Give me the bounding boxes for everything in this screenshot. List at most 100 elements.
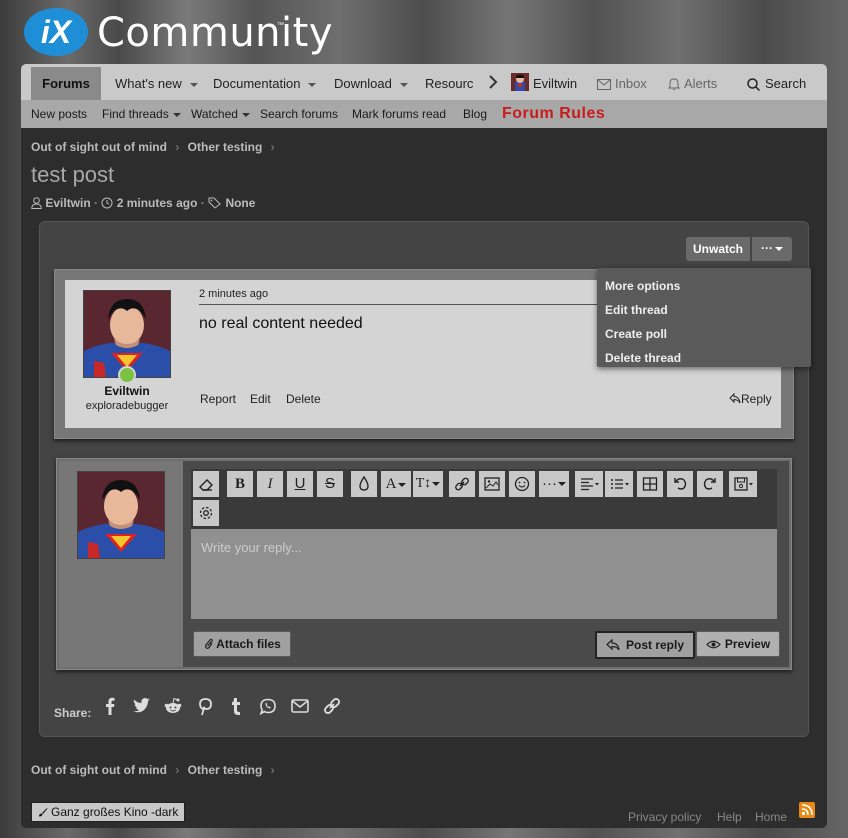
breadcrumb-item[interactable]: Other testing <box>188 140 263 154</box>
nav-alerts-label: Alerts <box>684 76 718 91</box>
logo-badge[interactable]: iX <box>24 8 88 56</box>
quick-reply: B I U S A T↕ ··· Write your reply... Att… <box>56 458 792 670</box>
nav-resources[interactable]: Resourc <box>425 64 481 100</box>
image-icon[interactable] <box>479 471 505 497</box>
thread-author[interactable]: Eviltwin <box>45 196 90 210</box>
breadcrumb-item[interactable]: Other testing <box>188 763 263 777</box>
online-status-icon <box>118 366 136 384</box>
rss-icon[interactable] <box>799 802 815 818</box>
nav-alerts[interactable]: Alerts <box>668 64 717 100</box>
post-content: no real content needed <box>199 315 363 332</box>
subnav-mark-read[interactable]: Mark forums read <box>352 100 446 128</box>
edit-link[interactable]: Edit <box>250 392 271 406</box>
delete-link[interactable]: Delete <box>286 392 321 406</box>
menu-create-poll[interactable]: Create poll <box>605 327 667 341</box>
footer-privacy-link[interactable]: Privacy policy <box>628 810 701 824</box>
chevron-down-icon[interactable] <box>172 112 181 117</box>
preview-button[interactable]: Preview <box>696 631 780 657</box>
nav-documentation[interactable]: Documentation <box>213 64 317 100</box>
chevron-right-icon: › <box>175 140 180 154</box>
attach-files-button[interactable]: Attach files <box>193 631 291 657</box>
whatsapp-icon[interactable] <box>257 695 279 717</box>
user-avatar[interactable] <box>77 471 165 559</box>
thread-meta: Eviltwin · 2 minutes ago · None <box>31 196 255 210</box>
twitter-icon[interactable] <box>130 695 152 717</box>
nav-download[interactable]: Download <box>334 64 408 100</box>
font-family-icon[interactable]: A <box>381 471 411 497</box>
chevron-down-icon <box>398 482 407 487</box>
style-chooser-label: Ganz großes Kino -dark <box>51 805 179 819</box>
paperclip-icon <box>203 637 213 650</box>
chevron-down-icon[interactable] <box>308 82 317 87</box>
subnav-label: Find threads <box>102 107 169 121</box>
footer-help-link[interactable]: Help <box>717 810 742 824</box>
post-user-cell: Eviltwin exploradebugger <box>65 280 189 428</box>
link-icon[interactable] <box>321 695 343 717</box>
tumblr-icon[interactable] <box>225 695 247 717</box>
email-icon[interactable] <box>289 695 311 717</box>
thread-time[interactable]: 2 minutes ago <box>117 196 198 210</box>
bold-icon[interactable]: B <box>227 471 253 497</box>
unwatch-button[interactable]: Unwatch <box>686 237 750 261</box>
italic-icon[interactable]: I <box>257 471 283 497</box>
search-icon <box>747 78 760 92</box>
breadcrumb-item[interactable]: Out of sight out of mind <box>31 140 167 154</box>
link-icon[interactable] <box>449 471 475 497</box>
smiley-icon[interactable] <box>509 471 535 497</box>
nav-scroll-right-icon[interactable] <box>487 74 499 90</box>
subnav-forum-rules[interactable]: Forum Rules <box>502 100 605 128</box>
chevron-down-icon[interactable] <box>189 82 198 87</box>
chevron-down-icon <box>558 482 566 487</box>
nav-inbox-label: Inbox <box>615 76 647 91</box>
subnav-blog[interactable]: Blog <box>463 100 487 128</box>
nav-whats-new[interactable]: What's new <box>115 64 198 100</box>
post-reply-button[interactable]: Post reply <box>595 631 695 659</box>
user-avatar[interactable] <box>83 290 171 378</box>
chevron-down-icon[interactable] <box>399 82 408 87</box>
breadcrumb-item[interactable]: Out of sight out of mind <box>31 763 167 777</box>
underline-icon[interactable]: U <box>287 471 313 497</box>
more-insert-icon[interactable]: ··· <box>539 471 569 497</box>
menu-edit-thread[interactable]: Edit thread <box>605 303 668 317</box>
nav-forums[interactable]: Forums <box>31 67 101 100</box>
reply-label: Reply <box>741 392 772 406</box>
eye-icon <box>705 639 721 650</box>
text-color-icon[interactable] <box>351 471 377 497</box>
list-icon[interactable] <box>605 471 633 497</box>
nav-search-label: Search <box>765 76 807 91</box>
strikethrough-icon[interactable]: S <box>317 471 343 497</box>
nav-user[interactable]: Eviltwin <box>533 64 577 100</box>
post-username[interactable]: Eviltwin <box>65 384 189 398</box>
nav-inbox[interactable]: Inbox <box>597 64 647 100</box>
footer-home-link[interactable]: Home <box>755 810 787 824</box>
subnav-new-posts[interactable]: New posts <box>31 100 87 128</box>
more-options-button[interactable]: ··· <box>752 237 792 261</box>
redo-icon[interactable] <box>697 471 723 497</box>
subnav-find-threads[interactable]: Find threads <box>102 100 181 128</box>
post-time[interactable]: 2 minutes ago <box>199 288 268 300</box>
logo-text[interactable]: Community <box>97 10 333 56</box>
eraser-icon[interactable] <box>193 471 219 497</box>
main-navbar: Forums What's new Documentation Download… <box>21 64 827 100</box>
gear-icon[interactable] <box>193 500 219 526</box>
subnav-watched[interactable]: Watched <box>191 100 250 128</box>
subnav-search-forums[interactable]: Search forums <box>260 100 338 128</box>
menu-delete-thread[interactable]: Delete thread <box>605 351 681 365</box>
paintbrush-icon <box>38 807 48 817</box>
reddit-icon[interactable] <box>162 695 184 717</box>
undo-icon[interactable] <box>667 471 693 497</box>
post-reply-label: Post reply <box>625 638 685 652</box>
reply-link[interactable]: Reply <box>729 392 772 406</box>
reply-textarea[interactable]: Write your reply... <box>191 529 777 619</box>
nav-search[interactable]: Search <box>747 64 806 100</box>
pinterest-icon[interactable] <box>194 695 216 717</box>
style-chooser-button[interactable]: Ganz großes Kino -dark <box>31 802 186 822</box>
facebook-icon[interactable] <box>99 695 121 717</box>
drafts-icon[interactable] <box>729 471 757 497</box>
align-icon[interactable] <box>575 471 603 497</box>
report-link[interactable]: Report <box>200 392 236 406</box>
user-avatar-small[interactable] <box>511 73 529 91</box>
chevron-down-icon[interactable] <box>241 112 250 117</box>
table-icon[interactable] <box>637 471 663 497</box>
font-size-icon[interactable]: T↕ <box>413 471 443 497</box>
